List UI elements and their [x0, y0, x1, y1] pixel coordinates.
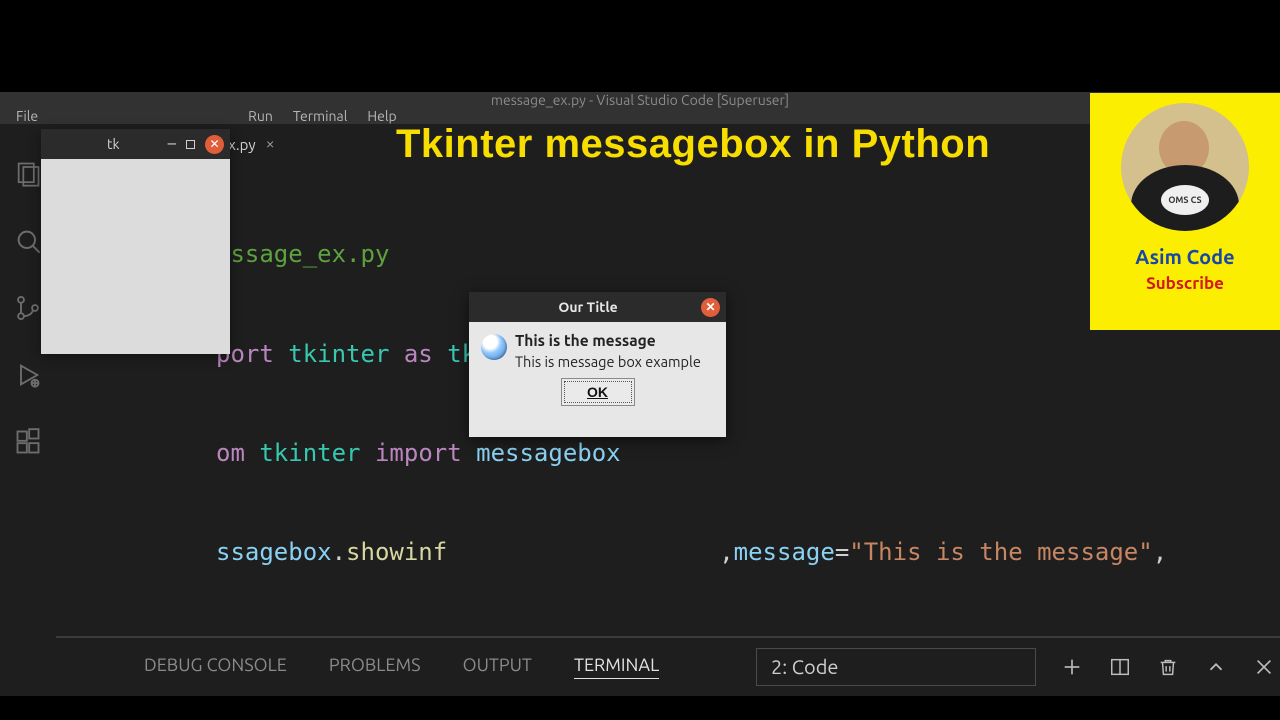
subscribe-link[interactable]: Subscribe — [1146, 274, 1224, 293]
maximize-icon[interactable] — [186, 140, 195, 149]
explorer-icon[interactable] — [14, 160, 42, 191]
maximize-panel-icon[interactable] — [1204, 655, 1228, 679]
tab-output[interactable]: OUTPUT — [463, 655, 532, 679]
code-line-4: ssagebox.showinf,message="This is the me… — [56, 536, 1280, 569]
close-icon[interactable]: ✕ — [701, 298, 720, 317]
tk-titlebar[interactable]: tk – ✕ — [41, 129, 230, 159]
minimize-icon[interactable]: – — [168, 140, 176, 148]
msgbox-body: This is the message This is message box … — [469, 322, 726, 378]
msgbox-text: This is the message This is message box … — [515, 332, 701, 370]
tk-blank-window[interactable]: tk – ✕ — [41, 129, 230, 354]
run-debug-icon[interactable] — [14, 361, 42, 392]
msgbox-title: Our Title — [558, 299, 617, 315]
menu-terminal[interactable]: Terminal — [283, 108, 358, 124]
terminal-select[interactable]: 2: Code — [756, 648, 1036, 686]
close-panel-icon[interactable] — [1252, 655, 1276, 679]
extensions-icon[interactable] — [14, 428, 42, 459]
tk-window-controls: – ✕ — [168, 135, 224, 154]
new-terminal-icon[interactable] — [1060, 655, 1084, 679]
tk-title: tk — [107, 136, 120, 152]
menu-run[interactable]: Run — [238, 108, 283, 124]
avatar-shirt-logo: OMS CS — [1161, 185, 1209, 215]
panel-right: 2: Code — [756, 648, 1276, 686]
channel-name: Asim Code — [1135, 245, 1234, 268]
select-value: 2: Code — [771, 655, 838, 678]
bottom-panel: DEBUG CONSOLE PROBLEMS OUTPUT TERMINAL 2… — [56, 636, 1280, 696]
source-control-icon[interactable] — [14, 294, 42, 325]
split-terminal-icon[interactable] — [1108, 655, 1132, 679]
close-icon[interactable]: ✕ — [205, 135, 224, 154]
ok-button[interactable]: OK — [561, 378, 635, 406]
avatar: OMS CS — [1121, 103, 1249, 231]
tk-body — [41, 159, 230, 354]
kill-terminal-icon[interactable] — [1156, 655, 1180, 679]
panel-tabs: DEBUG CONSOLE PROBLEMS OUTPUT TERMINAL — [144, 655, 659, 679]
tab-terminal[interactable]: TERMINAL — [574, 655, 659, 679]
info-icon — [481, 334, 507, 360]
msgbox-heading: This is the message — [515, 332, 701, 349]
msgbox-titlebar[interactable]: Our Title ✕ — [469, 292, 726, 322]
msgbox-buttons: OK — [469, 378, 726, 416]
tab-problems[interactable]: PROBLEMS — [329, 655, 421, 679]
window-title: message_ex.py - Visual Studio Code [Supe… — [491, 92, 789, 108]
search-icon[interactable] — [14, 227, 42, 258]
menu-file[interactable]: File — [6, 108, 48, 124]
code-line-3: om tkinter import messagebox — [56, 437, 1280, 470]
overlay-heading: Tkinter messagebox in Python — [396, 122, 990, 167]
vscode-titlebar: message_ex.py - Visual Studio Code [Supe… — [0, 92, 1280, 108]
subscribe-card[interactable]: OMS CS Asim Code Subscribe — [1090, 93, 1280, 330]
close-icon[interactable]: × — [266, 135, 275, 153]
tab-debug-console[interactable]: DEBUG CONSOLE — [144, 655, 287, 679]
msgbox-detail: This is message box example — [515, 353, 701, 370]
messagebox-dialog[interactable]: Our Title ✕ This is the message This is … — [469, 292, 726, 437]
